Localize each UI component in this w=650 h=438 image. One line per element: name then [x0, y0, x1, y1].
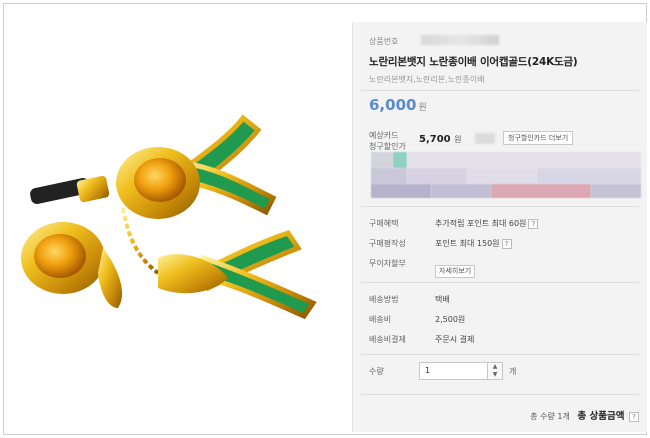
installment-detail-button[interactable]: 자세히보기 — [435, 265, 476, 278]
quantity-label: 수량 — [369, 367, 384, 376]
price-unit: 원 — [418, 103, 427, 113]
installment-row: 무이자할부 자세히보기 — [369, 258, 639, 278]
quantity-unit: 개 — [509, 367, 517, 376]
installment-value: 자세히보기 — [435, 258, 476, 278]
installment-label: 무이자할부 — [369, 259, 406, 268]
shipping-payment-row: 배송비결제 주문시 결제 — [369, 334, 639, 348]
divider — [361, 90, 639, 91]
total-amount-label: 총 상품금액 — [577, 411, 625, 422]
earcap-charm-illustration — [21, 114, 317, 320]
purchase-benefit-value: 추가적립 포인트 최대 60원? — [435, 218, 539, 229]
card-price-value: 5,700 — [419, 134, 451, 145]
review-point-row: 구매평작성 포인트 최대 150원? — [369, 238, 639, 252]
quantity-stepper[interactable]: ▲ ▼ — [487, 362, 503, 380]
product-tags: 노란리본뱃지,노란리본,노란종이배 — [369, 75, 485, 84]
redacted-mosaic — [371, 152, 641, 198]
product-number-redacted — [421, 35, 499, 45]
help-icon[interactable]: ? — [629, 411, 639, 422]
shipping-payment-value: 주문시 결제 — [435, 335, 475, 344]
help-icon[interactable]: ? — [528, 218, 539, 229]
purchase-benefit-row: 구매혜택 추가적립 포인트 최대 60원? — [369, 218, 639, 232]
shipping-fee-label: 배송비 — [369, 315, 392, 324]
review-point-text: 포인트 최대 150원 — [435, 239, 500, 248]
divider — [361, 394, 639, 395]
review-point-label: 구매평작성 — [369, 239, 406, 248]
chevron-down-icon[interactable]: ▼ — [488, 371, 502, 379]
shipping-method-label: 배송방법 — [369, 295, 399, 304]
shipping-method-value: 택배 — [435, 295, 450, 304]
order-total: 총 수량 1개 총 상품금액 ? — [530, 408, 639, 422]
total-quantity: 총 수량 1개 — [530, 412, 570, 421]
help-icon[interactable]: ? — [501, 238, 512, 249]
review-point-value: 포인트 최대 150원? — [435, 238, 512, 249]
product-number-label: 상품번호 — [369, 37, 399, 46]
product-price: 6,000 원 — [369, 96, 639, 114]
card-discount-more-button[interactable]: 청구할인카드 더보기 — [503, 131, 574, 145]
shipping-method-row: 배송방법 택배 — [369, 294, 639, 308]
purchase-benefit-label: 구매혜택 — [369, 219, 399, 228]
shipping-fee-row: 배송비 2,500원 — [369, 314, 639, 328]
product-number: 상품번호 — [369, 35, 639, 47]
card-discount-price: 5,700 원 — [419, 134, 462, 145]
product-title: 노란리본뱃지 노란종이배 이어캡골드(24K도금) — [369, 56, 578, 68]
card-price-unit: 원 — [454, 135, 462, 144]
card-discount-redacted — [475, 133, 495, 144]
shipping-payment-label: 배송비결제 — [369, 335, 406, 344]
quantity-input[interactable]: 1 — [419, 362, 489, 380]
shipping-fee-value: 2,500원 — [435, 315, 466, 324]
divider — [361, 354, 639, 355]
divider — [361, 206, 639, 207]
product-info-panel: 상품번호 노란리본뱃지 노란종이배 이어캡골드(24K도금) 노란리본뱃지,노란… — [352, 22, 647, 432]
product-frame: 상품번호 노란리본뱃지 노란종이배 이어캡골드(24K도금) 노란리본뱃지,노란… — [3, 3, 647, 435]
product-image — [8, 8, 348, 428]
divider — [361, 282, 639, 283]
purchase-benefit-text: 추가적립 포인트 최대 60원 — [435, 219, 527, 228]
price-value: 6,000 — [369, 96, 417, 114]
chevron-up-icon[interactable]: ▲ — [488, 363, 502, 371]
